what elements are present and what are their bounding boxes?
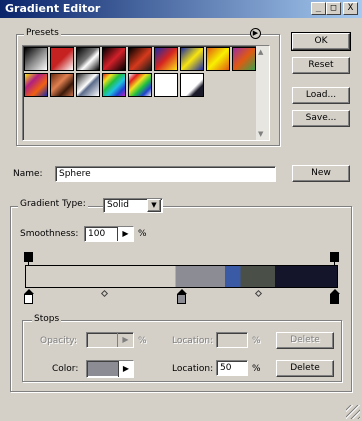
opacity-location-input[interactable] bbox=[216, 332, 248, 348]
presets-list[interactable] bbox=[22, 45, 270, 141]
preset-swatch[interactable] bbox=[128, 47, 152, 71]
presets-menu-icon[interactable]: ▶ bbox=[250, 28, 261, 39]
opacity-location-label: Location: bbox=[172, 336, 214, 346]
preset-swatch[interactable] bbox=[102, 73, 126, 97]
gradient-bar[interactable] bbox=[25, 265, 338, 288]
preset-swatch[interactable] bbox=[102, 47, 126, 71]
maximize-button[interactable]: □ bbox=[326, 2, 341, 15]
preset-swatch[interactable] bbox=[232, 47, 256, 71]
color-swatch[interactable] bbox=[88, 362, 118, 376]
preset-swatch[interactable] bbox=[76, 73, 100, 97]
preset-swatch[interactable] bbox=[50, 73, 74, 97]
name-input-value: Sphere bbox=[59, 169, 91, 179]
save-button[interactable]: Save... bbox=[292, 110, 350, 127]
color-arrow-icon[interactable]: ▶ bbox=[118, 361, 133, 377]
color-stop-left[interactable] bbox=[24, 294, 33, 304]
presets-scrollbar[interactable]: ▲ ▼ bbox=[256, 46, 269, 140]
color-location-input[interactable]: 50 bbox=[216, 360, 248, 376]
preset-swatch[interactable] bbox=[76, 47, 100, 71]
gradient-type-select[interactable]: Solid ▼ bbox=[103, 198, 163, 213]
opacity-percent: % bbox=[138, 336, 147, 346]
preset-swatch[interactable] bbox=[24, 73, 48, 97]
color-swatch-input[interactable]: ▶ bbox=[86, 360, 134, 378]
preset-swatch[interactable] bbox=[24, 47, 48, 71]
ok-button[interactable]: OK bbox=[291, 32, 351, 51]
preset-swatch[interactable] bbox=[154, 47, 178, 71]
preset-swatch[interactable] bbox=[206, 47, 230, 71]
scroll-up-icon[interactable]: ▲ bbox=[258, 48, 263, 56]
delete-color-stop-button[interactable]: Delete bbox=[276, 360, 334, 377]
window-title: Gradient Editor bbox=[5, 2, 101, 15]
smoothness-label: Smoothness: bbox=[20, 229, 79, 239]
stops-label: Stops bbox=[32, 314, 62, 324]
color-stop-right[interactable] bbox=[330, 294, 339, 304]
opacity-stop-right[interactable] bbox=[330, 252, 339, 262]
smoothness-percent: % bbox=[138, 229, 147, 239]
preset-swatch[interactable] bbox=[50, 47, 74, 71]
color-location-value: 50 bbox=[220, 363, 232, 373]
color-label: Color: bbox=[52, 364, 79, 374]
opacity-stop-left[interactable] bbox=[24, 252, 33, 262]
chevron-down-icon[interactable]: ▼ bbox=[147, 199, 161, 212]
color-location-percent: % bbox=[252, 364, 261, 374]
title-bar[interactable]: Gradient Editor _ □ X bbox=[0, 0, 362, 18]
opacity-location-percent: % bbox=[252, 336, 261, 346]
scroll-down-icon[interactable]: ▼ bbox=[258, 130, 263, 138]
gradient-type-value: Solid bbox=[107, 200, 129, 210]
preset-swatch[interactable] bbox=[128, 73, 152, 97]
presets-label: Presets bbox=[24, 28, 61, 38]
smoothness-input[interactable]: 100 ▶ bbox=[84, 226, 134, 242]
opacity-label: Opacity: bbox=[40, 336, 77, 346]
color-location-label: Location: bbox=[172, 364, 214, 374]
name-label: Name: bbox=[13, 169, 43, 179]
minimize-button[interactable]: _ bbox=[311, 2, 326, 15]
new-button[interactable]: New bbox=[292, 165, 350, 182]
delete-opacity-stop-button[interactable]: Delete bbox=[276, 332, 334, 349]
name-input[interactable]: Sphere bbox=[55, 166, 276, 182]
preset-swatch[interactable] bbox=[180, 73, 204, 97]
close-button[interactable]: X bbox=[343, 2, 358, 15]
preset-swatch[interactable] bbox=[180, 47, 204, 71]
load-button[interactable]: Load... bbox=[292, 87, 350, 104]
resize-grip-icon[interactable] bbox=[346, 405, 360, 419]
reset-button[interactable]: Reset bbox=[292, 57, 350, 74]
opacity-input[interactable]: ▶ bbox=[86, 332, 134, 348]
smoothness-value: 100 bbox=[88, 229, 106, 239]
color-stop-middle[interactable] bbox=[177, 294, 186, 304]
opacity-arrow-icon[interactable]: ▶ bbox=[117, 333, 133, 347]
preset-swatch[interactable] bbox=[154, 73, 178, 97]
smoothness-arrow-icon[interactable]: ▶ bbox=[117, 227, 133, 241]
gradient-type-label: Gradient Type: bbox=[18, 199, 88, 209]
